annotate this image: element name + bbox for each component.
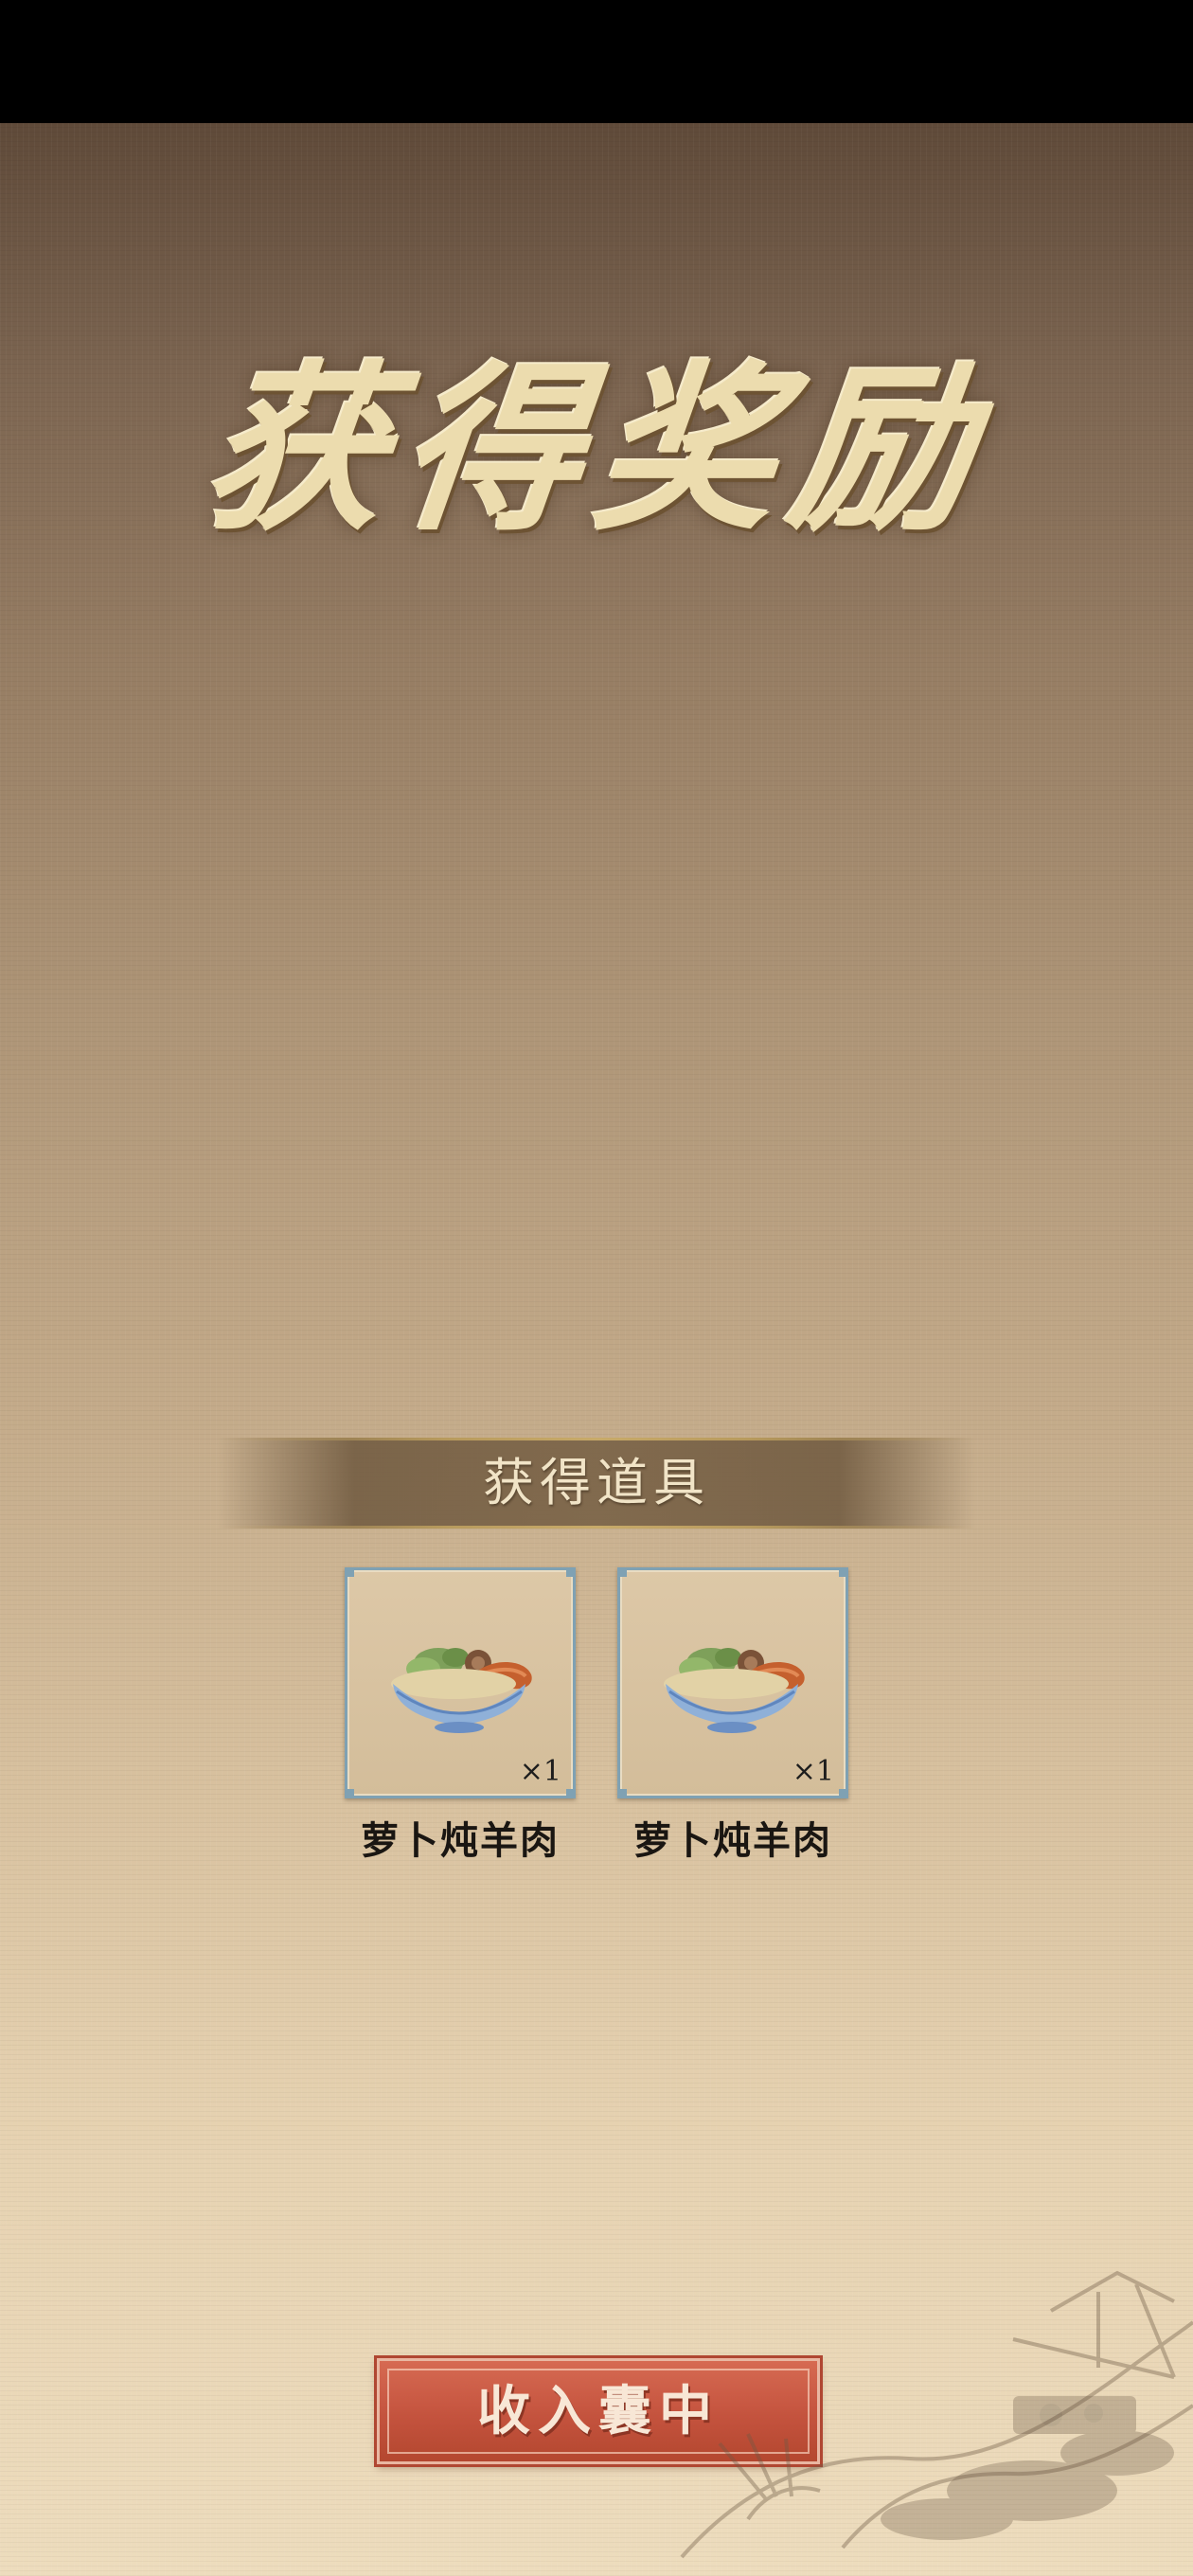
item-frame[interactable]: ×1: [617, 1567, 848, 1798]
reward-item-card[interactable]: ×1 萝卜炖羊肉: [345, 1567, 576, 1865]
item-name: 萝卜炖羊肉: [361, 1818, 560, 1863]
frame-corner: [566, 1567, 576, 1577]
item-frame[interactable]: ×1: [345, 1567, 576, 1798]
frame-corner: [617, 1789, 627, 1798]
frame-corner: [345, 1567, 354, 1577]
items-section-banner: 获得道具: [218, 1438, 975, 1529]
reward-title: 获得奖励: [195, 344, 998, 555]
items-section-label: 获得道具: [483, 1453, 710, 1512]
frame-corner: [566, 1789, 576, 1798]
status-bar: [0, 0, 1193, 123]
stew-bowl-icon: [391, 1648, 532, 1733]
ink-painting-decoration: [680, 2270, 1193, 2559]
reward-screen: 获得奖励 获得道具 ×1 萝卜炖羊肉 ×1 萝卜炖羊肉 收入囊中: [0, 123, 1193, 2576]
stew-bowl-icon: [664, 1648, 805, 1733]
reward-item-card[interactable]: ×1 萝卜炖羊肉: [617, 1567, 848, 1865]
frame-corner: [839, 1789, 848, 1798]
item-quantity: ×1: [792, 1755, 834, 1788]
item-quantity: ×1: [519, 1755, 561, 1788]
frame-corner: [345, 1789, 354, 1798]
frame-corner: [617, 1567, 627, 1577]
frame-corner: [839, 1567, 848, 1577]
item-name: 萝卜炖羊肉: [633, 1818, 832, 1863]
